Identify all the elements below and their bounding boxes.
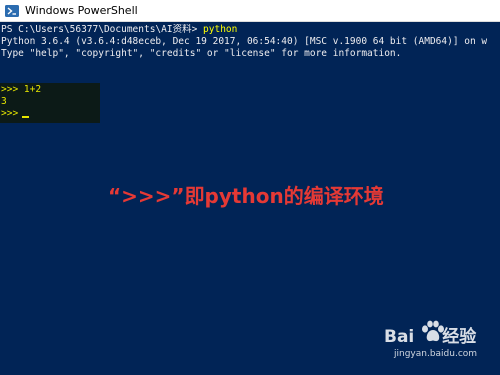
annotation-caption: “>>>”即python的编译环境 [108, 184, 384, 208]
baidu-paw-icon [422, 320, 444, 342]
window-title: Windows PowerShell [25, 4, 138, 17]
powershell-window: Windows PowerShell PS C:\Users\56377\Doc… [0, 0, 500, 375]
watermark-url: jingyan.baidu.com [394, 349, 478, 359]
repl-prompt-line: >>> [1, 108, 24, 119]
title-bar[interactable]: Windows PowerShell [0, 0, 500, 22]
python-help-line: Type "help", "copyright", "credits" or "… [1, 48, 402, 59]
repl-input-line: >>> 1+2 [1, 84, 42, 95]
text-cursor [22, 116, 29, 118]
prompt-path: PS C:\Users\56377\Documents\AI资料> [1, 24, 204, 35]
python-version-line: Python 3.6.4 (v3.6.4:d48eceb, Dec 19 201… [1, 36, 488, 47]
command-text: python [203, 24, 238, 35]
prompt-line: PS C:\Users\56377\Documents\AI资料> python [1, 24, 237, 36]
powershell-icon [5, 4, 19, 17]
watermark-brand-left: Bai [384, 327, 415, 347]
repl-result-line: 3 [1, 96, 7, 107]
watermark-brand-right: 经验 [442, 327, 477, 347]
